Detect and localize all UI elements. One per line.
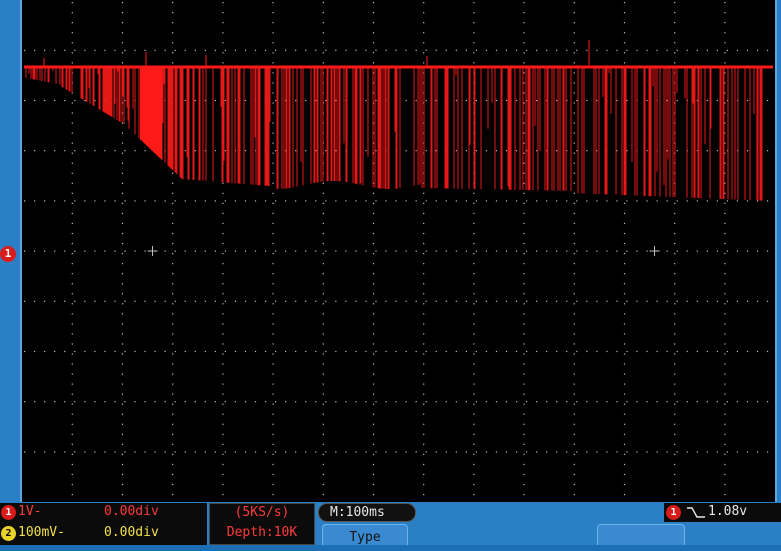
channel-1-status[interactable]: 1 1V- 0.00div: [0, 503, 207, 522]
sample-rate: (5KS/s): [234, 505, 290, 520]
timebase-label: M:100ms: [330, 505, 385, 520]
channel-1-position: 0.00div: [104, 504, 159, 519]
channel-2-badge: 2: [1, 526, 16, 541]
channel-1-trace: [24, 40, 773, 201]
channel-1-level-marker[interactable]: 1: [0, 246, 16, 262]
trigger-source-badge: 1: [666, 505, 681, 520]
trigger-status[interactable]: 1 1.08v: [664, 503, 781, 522]
waveform-display: [20, 0, 777, 502]
acquisition-status: (5KS/s) Depth:10K: [209, 503, 315, 545]
type-menu-button[interactable]: Type: [322, 524, 408, 545]
menu-button-blank[interactable]: [597, 524, 685, 545]
waveform-canvas: [24, 2, 773, 496]
falling-edge-icon: [687, 507, 705, 518]
channel-1-scale: 1V-: [18, 504, 42, 519]
memory-depth: Depth:10K: [226, 525, 298, 540]
channel-1-badge: 1: [1, 505, 16, 520]
channel-2-status[interactable]: 2 100mV- 0.00div: [0, 524, 207, 543]
channel-status-panel: 1 1V- 0.00div 2 100mV- 0.00div: [0, 503, 207, 545]
timebase-status[interactable]: M:100ms: [318, 503, 416, 522]
channel-2-position: 0.00div: [104, 525, 159, 540]
trigger-level: 1.08v: [708, 504, 748, 519]
channel-2-scale: 100mV-: [18, 525, 65, 540]
